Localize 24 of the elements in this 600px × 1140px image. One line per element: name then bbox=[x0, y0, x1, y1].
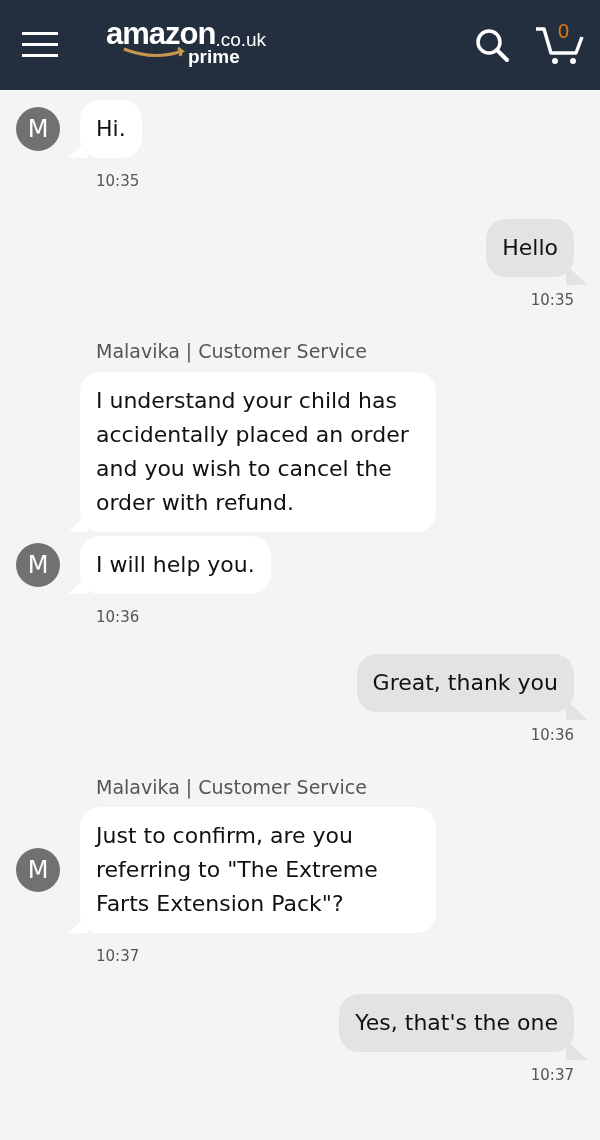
message-bubble: Great, thank you bbox=[356, 654, 574, 712]
search-icon[interactable] bbox=[474, 27, 510, 63]
message-time: 10:37 bbox=[530, 1064, 574, 1086]
message-time: 10:36 bbox=[96, 606, 141, 628]
message-time: 10:35 bbox=[530, 289, 574, 311]
message-time: 10:36 bbox=[530, 725, 574, 746]
message-bubble: Hi. bbox=[80, 100, 142, 158]
message-time: 10:35 bbox=[96, 171, 141, 192]
avatar: M bbox=[16, 107, 60, 151]
sender-name: Malavika | Customer Service bbox=[96, 339, 368, 365]
menu-icon[interactable] bbox=[22, 32, 58, 58]
cart-count: 0 bbox=[558, 21, 570, 41]
sender-name: Malavika | Customer Service bbox=[96, 774, 368, 801]
logo-domain: .co.uk bbox=[215, 30, 267, 49]
message-bubble: Hello bbox=[486, 218, 574, 277]
logo-wordmark[interactable]: amazon bbox=[106, 18, 216, 49]
avatar: M bbox=[16, 542, 60, 587]
avatar: M bbox=[16, 848, 60, 892]
message-time: 10:37 bbox=[96, 946, 141, 967]
message-bubble: Yes, that's the one bbox=[339, 993, 574, 1052]
message-bubble: Just to confirm, are you referring to "The Extreme Farts Extension Pack"? bbox=[80, 807, 436, 933]
message-bubble: I understand your child has accidentally placed an order and you wish to cancel the order with refund. bbox=[80, 371, 436, 532]
message-bubble: I will help you. bbox=[80, 535, 271, 594]
prime-label: prime bbox=[188, 47, 240, 66]
